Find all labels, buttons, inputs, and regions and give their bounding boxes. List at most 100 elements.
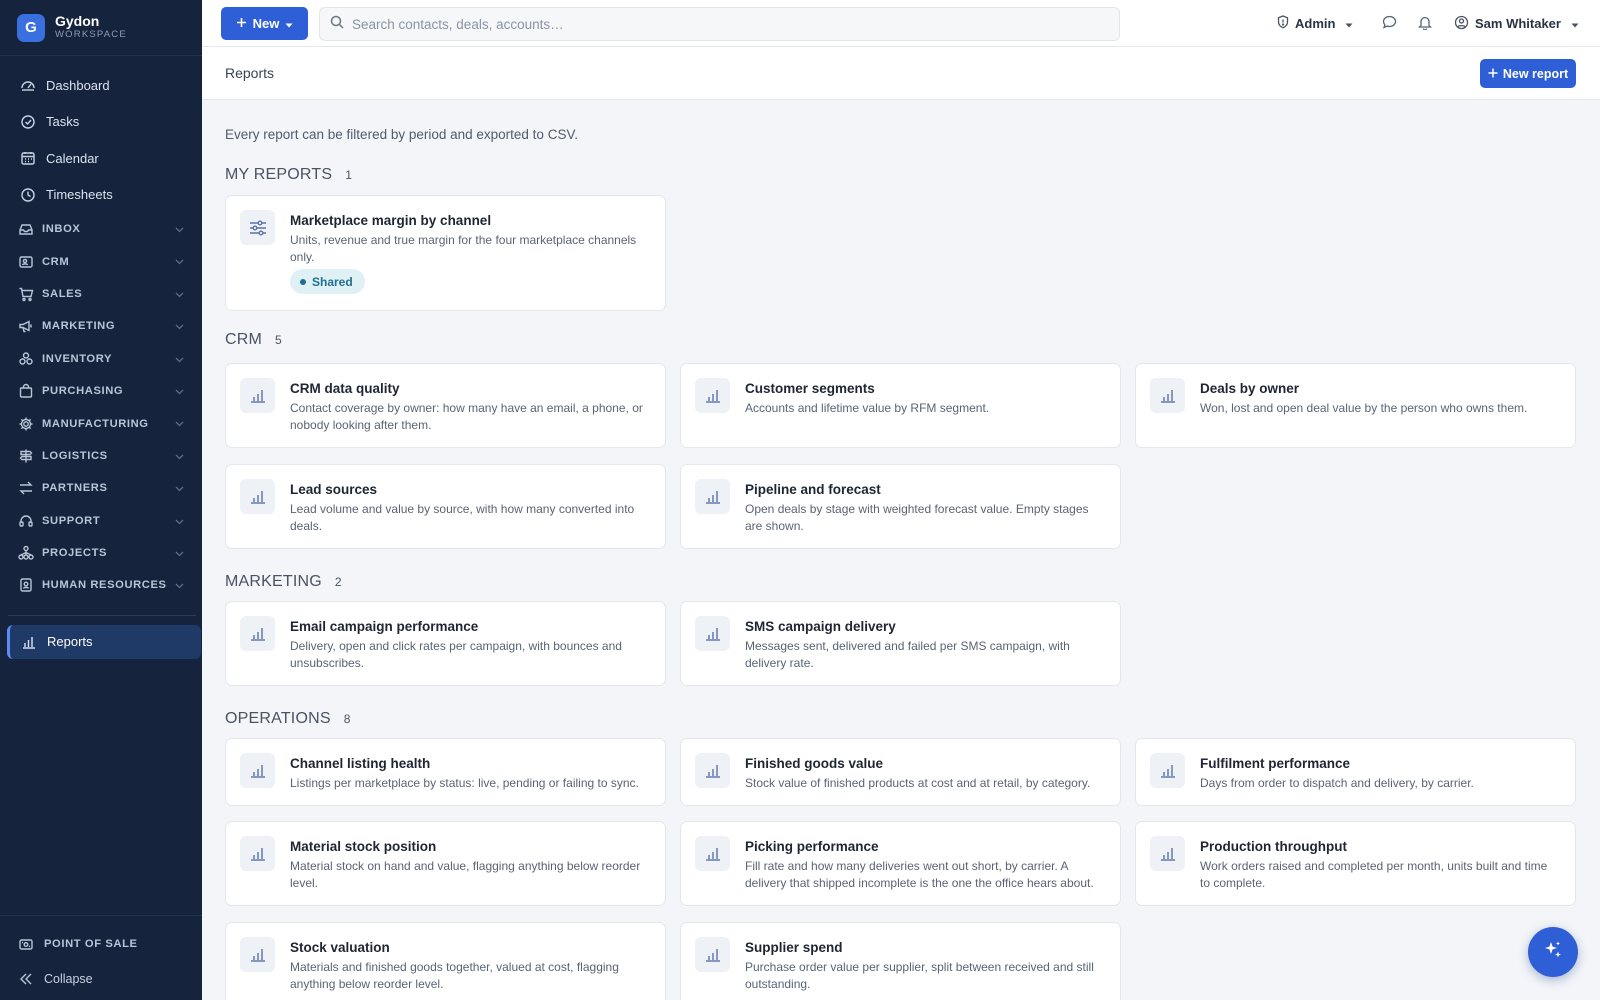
report-card[interactable]: Channel listing health Listings per mark… xyxy=(225,738,666,806)
sidebar-group-label: PURCHASING xyxy=(42,385,124,398)
sidebar-item-label: Dashboard xyxy=(46,77,110,93)
sidebar-item-reports[interactable]: Reports xyxy=(7,624,201,659)
sidebar-item-calendar[interactable]: Calendar xyxy=(0,140,202,177)
chevron-down-icon xyxy=(175,548,184,560)
user-menu[interactable]: Sam Whitaker xyxy=(1454,0,1579,47)
sidebar-divider xyxy=(8,614,196,616)
section-title: CRM xyxy=(225,331,263,348)
search-input[interactable] xyxy=(352,16,1092,32)
sidebar-item-label: Reports xyxy=(47,634,93,650)
report-description: Purchase order value per supplier, split… xyxy=(745,960,1094,991)
sidebar-group-label: SUPPORT xyxy=(42,514,101,527)
shield-icon xyxy=(1277,15,1289,32)
report-card[interactable]: Fulfilment performance Days from order t… xyxy=(1135,738,1576,806)
report-card[interactable]: CRM data quality Contact coverage by own… xyxy=(225,363,666,448)
sidebar-group-label: SALES xyxy=(42,287,83,300)
section-title: MY REPORTS xyxy=(225,166,333,183)
sidebar: G Gydon WORKSPACE Dashboard Tasks Calend… xyxy=(0,0,202,1000)
caret-down-icon xyxy=(1571,16,1579,31)
report-card[interactable]: Pipeline and forecast Open deals by stag… xyxy=(680,464,1121,549)
bar-chart-icon xyxy=(240,479,275,514)
report-card[interactable]: Stock valuation Materials and finished g… xyxy=(225,922,666,1000)
bar-chart-icon xyxy=(240,753,275,788)
sidebar-group-label: PARTNERS xyxy=(42,482,108,495)
chevron-down-icon xyxy=(175,580,184,592)
report-card[interactable]: Supplier spend Purchase order value per … xyxy=(680,922,1121,1000)
page-header: Reports New report xyxy=(202,47,1600,100)
admin-label: Admin xyxy=(1295,16,1336,31)
sidebar-group-label: LOGISTICS xyxy=(42,449,108,462)
report-card[interactable]: Email campaign performance Delivery, ope… xyxy=(225,601,666,686)
boxes-icon xyxy=(17,350,35,368)
sidebar-group-sales[interactable]: SALES xyxy=(0,278,202,310)
search-bar xyxy=(319,7,1120,41)
sidebar-group-projects[interactable]: PROJECTS xyxy=(0,537,202,569)
sidebar-group-label: MARKETING xyxy=(42,320,116,333)
sparkle-icon xyxy=(1542,939,1564,966)
register-icon xyxy=(17,935,35,953)
chevron-down-icon xyxy=(175,386,184,398)
top-bar: New Admin Sam Whitaker xyxy=(202,0,1600,47)
sidebar-group-partners[interactable]: PARTNERS xyxy=(0,472,202,504)
report-card[interactable]: Finished goods value Stock value of fini… xyxy=(680,738,1121,806)
admin-menu[interactable]: Admin xyxy=(1277,0,1353,47)
report-description: Fill rate and how many deliveries went o… xyxy=(745,859,1094,890)
report-title: Email campaign performance xyxy=(290,619,479,634)
bar-chart-icon xyxy=(240,937,275,972)
sidebar-group-human-resources[interactable]: HUMAN RESOURCES xyxy=(0,569,202,601)
report-description: Lead volume and value by source, with ho… xyxy=(290,502,635,533)
bar-chart-icon xyxy=(20,633,38,651)
sidebar-item-point-of-sale[interactable]: POINT OF SALE xyxy=(0,926,202,961)
report-card[interactable]: Customer segments Accounts and lifetime … xyxy=(680,363,1121,448)
bar-chart-icon xyxy=(240,616,275,651)
notifications-button[interactable] xyxy=(1417,0,1433,47)
sidebar-item-tasks[interactable]: Tasks xyxy=(0,104,202,141)
badge-icon xyxy=(17,576,35,594)
report-description: Work orders raised and completed per mon… xyxy=(1200,859,1548,890)
bag-icon xyxy=(17,382,35,400)
report-description: Open deals by stage with weighted foreca… xyxy=(745,502,1089,533)
sidebar-group-inbox[interactable]: INBOX xyxy=(0,213,202,245)
collapse-button[interactable]: Collapse xyxy=(0,961,202,996)
messages-button[interactable] xyxy=(1382,0,1397,47)
user-circle-icon xyxy=(1454,15,1469,33)
bar-chart-icon xyxy=(695,479,730,514)
sidebar-group-crm[interactable]: CRM xyxy=(0,245,202,277)
shared-badge: Shared xyxy=(290,269,365,294)
section-heading-marketing: MARKETING 2 xyxy=(225,573,342,591)
sidebar-group-manufacturing[interactable]: MANUFACTURING xyxy=(0,407,202,439)
sidebar-group-purchasing[interactable]: PURCHASING xyxy=(0,375,202,407)
collapse-label: Collapse xyxy=(44,971,93,986)
sidebar-group-support[interactable]: SUPPORT xyxy=(0,505,202,537)
report-description: Days from order to dispatch and delivery… xyxy=(1200,776,1474,790)
bar-chart-icon xyxy=(695,616,730,651)
chevron-down-icon xyxy=(175,256,184,268)
section-count: 2 xyxy=(334,575,342,589)
chevron-down-icon xyxy=(175,516,184,528)
ai-assistant-button[interactable] xyxy=(1528,927,1578,977)
report-card[interactable]: Lead sources Lead volume and value by so… xyxy=(225,464,666,549)
report-card[interactable]: SMS campaign delivery Messages sent, del… xyxy=(680,601,1121,686)
report-title: Stock valuation xyxy=(290,940,390,955)
sidebar-item-dashboard[interactable]: Dashboard xyxy=(0,67,202,104)
sidebar-group-inventory[interactable]: INVENTORY xyxy=(0,343,202,375)
chevron-down-icon xyxy=(175,418,184,430)
brand-subtitle: WORKSPACE xyxy=(55,29,127,40)
sidebar-item-timesheets[interactable]: Timesheets xyxy=(0,177,202,214)
report-description: Materials and finished goods together, v… xyxy=(290,960,619,991)
report-card[interactable]: Material stock position Material stock o… xyxy=(225,821,666,906)
sidebar-group-marketing[interactable]: MARKETING xyxy=(0,310,202,342)
sidebar-group-logistics[interactable]: LOGISTICS xyxy=(0,440,202,472)
sidebar-group-label: MANUFACTURING xyxy=(42,417,149,430)
report-card[interactable]: Marketplace margin by channel Units, rev… xyxy=(225,195,666,311)
report-title: Channel listing health xyxy=(290,756,431,771)
report-description: Listings per marketplace by status: live… xyxy=(290,776,639,790)
report-card[interactable]: Deals by owner Won, lost and open deal v… xyxy=(1135,363,1576,448)
new-button[interactable]: New xyxy=(221,7,308,40)
sidebar-footer: POINT OF SALE Collapse xyxy=(0,915,202,1000)
brand[interactable]: G Gydon WORKSPACE xyxy=(0,0,202,56)
report-title: Pipeline and forecast xyxy=(745,482,881,497)
report-card[interactable]: Production throughput Work orders raised… xyxy=(1135,821,1576,906)
report-card[interactable]: Picking performance Fill rate and how ma… xyxy=(680,821,1121,906)
new-report-button[interactable]: New report xyxy=(1480,59,1576,88)
